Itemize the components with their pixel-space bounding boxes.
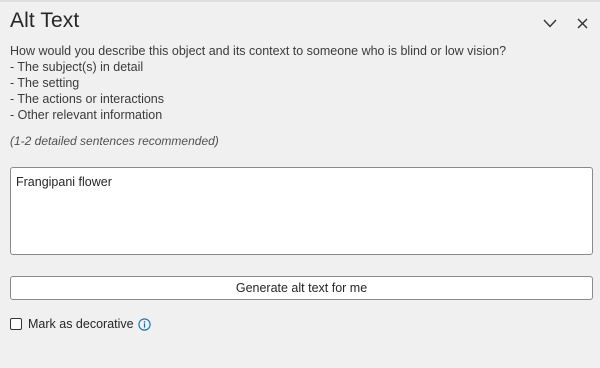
mark-decorative-checkbox[interactable] bbox=[10, 318, 22, 330]
chevron-down-icon bbox=[543, 19, 557, 28]
alt-text-input[interactable]: Frangipani flower bbox=[10, 167, 593, 255]
info-icon[interactable] bbox=[138, 317, 152, 331]
prompt-question: How would you describe this object and i… bbox=[10, 44, 507, 58]
prompt-bullet: - The actions or interactions bbox=[10, 92, 165, 106]
decorative-row: Mark as decorative bbox=[10, 316, 152, 332]
prompt-bullet: - The subject(s) in detail bbox=[10, 60, 144, 74]
collapse-pane-button[interactable] bbox=[539, 12, 561, 34]
sentence-hint: (1-2 detailed sentences recommended) bbox=[10, 134, 219, 148]
prompt-bullet: - Other relevant information bbox=[10, 108, 163, 122]
prompt-bullet: - The setting bbox=[10, 76, 80, 90]
alt-text-pane: Alt Text How would you describe this obj… bbox=[0, 0, 600, 368]
close-pane-button[interactable] bbox=[571, 12, 593, 34]
mark-decorative-label[interactable]: Mark as decorative bbox=[28, 317, 134, 331]
info-circle-icon bbox=[138, 317, 151, 331]
description-prompt: How would you describe this object and i… bbox=[10, 43, 590, 123]
close-icon bbox=[577, 18, 587, 28]
pane-title: Alt Text bbox=[10, 9, 80, 32]
generate-alt-text-button[interactable]: Generate alt text for me bbox=[10, 276, 593, 300]
